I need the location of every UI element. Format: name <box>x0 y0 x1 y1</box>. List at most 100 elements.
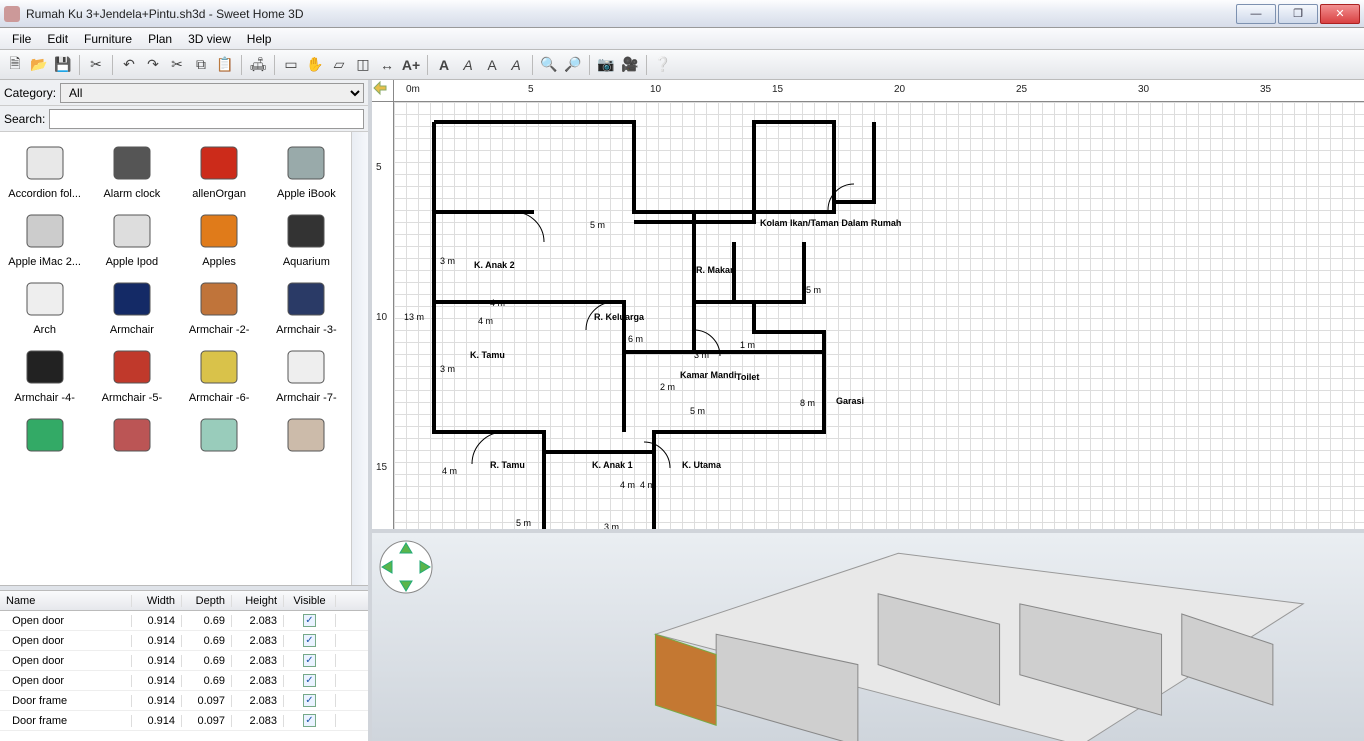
cell-visible[interactable]: ✓ <box>284 634 336 647</box>
cell-visible[interactable]: ✓ <box>284 654 336 667</box>
catalog-item[interactable] <box>177 410 262 474</box>
catalog-item[interactable]: Armchair -7- <box>264 342 349 406</box>
ruler-h-tick: 10 <box>650 84 661 95</box>
text-icon[interactable]: A+ <box>400 54 422 76</box>
catalog-item[interactable]: Apple Ipod <box>89 206 174 270</box>
table-row[interactable]: Open door 0.914 0.69 2.083 ✓ <box>0 631 368 651</box>
cut-icon[interactable]: ✂ <box>85 54 107 76</box>
copy-icon[interactable]: ⧉ <box>190 54 212 76</box>
pan-icon[interactable]: ✋ <box>304 54 326 76</box>
catalog-item[interactable]: Armchair -5- <box>89 342 174 406</box>
catalog-item[interactable]: Armchair <box>89 274 174 338</box>
catalog-item[interactable]: Apples <box>177 206 262 270</box>
cell-visible[interactable]: ✓ <box>284 694 336 707</box>
cell-width: 0.914 <box>132 715 182 727</box>
catalog-thumb-icon <box>15 410 75 460</box>
floor-plan[interactable] <box>394 102 1354 602</box>
save-icon[interactable]: 💾 <box>52 54 74 76</box>
select-icon[interactable]: ▭ <box>280 54 302 76</box>
cut2-icon[interactable]: ✂ <box>166 54 188 76</box>
checkbox-icon[interactable]: ✓ <box>303 674 316 687</box>
undo-icon[interactable]: ↶ <box>118 54 140 76</box>
workspace: Category: All Search: Accordion fol... A… <box>0 80 1364 741</box>
catalog-item[interactable]: Armchair -3- <box>264 274 349 338</box>
ruler-h-tick: 20 <box>894 84 905 95</box>
room-icon[interactable]: ◫ <box>352 54 374 76</box>
catalog-item[interactable]: Accordion fol... <box>2 138 87 202</box>
textitalic-icon[interactable]: A <box>457 54 479 76</box>
col-depth[interactable]: Depth <box>182 595 232 607</box>
menu-plan[interactable]: Plan <box>140 30 180 48</box>
textA2-icon[interactable]: A <box>505 54 527 76</box>
catalog-item[interactable]: Apple iBook <box>264 138 349 202</box>
table-row[interactable]: Door frame 0.914 0.097 2.083 ✓ <box>0 711 368 731</box>
table-row[interactable]: Open door 0.914 0.69 2.083 ✓ <box>0 611 368 631</box>
table-row[interactable]: Open door 0.914 0.69 2.083 ✓ <box>0 651 368 671</box>
textbig-icon[interactable]: A <box>433 54 455 76</box>
catalog-item[interactable]: Armchair -6- <box>177 342 262 406</box>
room-label: K. Utama <box>682 460 721 470</box>
add-furniture-icon[interactable]: 🛋 <box>247 54 269 76</box>
dimension-icon[interactable]: ↔ <box>376 54 398 76</box>
redo-icon[interactable]: ↷ <box>142 54 164 76</box>
zoom-out-icon[interactable]: 🔎 <box>562 54 584 76</box>
checkbox-icon[interactable]: ✓ <box>303 654 316 667</box>
search-input[interactable] <box>49 109 364 129</box>
table-header[interactable]: Name Width Depth Height Visible <box>0 591 368 611</box>
help-icon[interactable]: ❔ <box>652 54 674 76</box>
cell-visible[interactable]: ✓ <box>284 674 336 687</box>
plan-pane[interactable]: 0m5101520253035 51015 <box>372 80 1364 529</box>
cell-depth: 0.69 <box>182 675 232 687</box>
close-button[interactable]: ✕ <box>1320 4 1360 24</box>
catalog-item[interactable] <box>264 410 349 474</box>
ruler-h-tick: 25 <box>1016 84 1027 95</box>
cell-height: 2.083 <box>232 635 284 647</box>
checkbox-icon[interactable]: ✓ <box>303 634 316 647</box>
open-icon[interactable]: 📂 <box>28 54 50 76</box>
cell-visible[interactable]: ✓ <box>284 614 336 627</box>
menu-file[interactable]: File <box>4 30 39 48</box>
paste-icon[interactable]: 📋 <box>214 54 236 76</box>
cell-visible[interactable]: ✓ <box>284 714 336 727</box>
furniture-catalog[interactable]: Accordion fol... Alarm clock allenOrgan … <box>0 132 351 585</box>
menu-edit[interactable]: Edit <box>39 30 76 48</box>
checkbox-icon[interactable]: ✓ <box>303 694 316 707</box>
catalog-item[interactable]: Apple iMac 2... <box>2 206 87 270</box>
col-visible[interactable]: Visible <box>284 595 336 607</box>
col-width[interactable]: Width <box>132 595 182 607</box>
catalog-item[interactable] <box>89 410 174 474</box>
catalog-item[interactable]: Aquarium <box>264 206 349 270</box>
catalog-item[interactable]: Armchair -4- <box>2 342 87 406</box>
menu-3dview[interactable]: 3D view <box>180 30 239 48</box>
table-row[interactable]: Door frame 0.914 0.097 2.083 ✓ <box>0 691 368 711</box>
new-icon[interactable]: 🗎 <box>4 54 26 76</box>
maximize-button[interactable]: ❐ <box>1278 4 1318 24</box>
col-name[interactable]: Name <box>0 595 132 607</box>
catalog-label: Armchair -6- <box>179 392 259 406</box>
checkbox-icon[interactable]: ✓ <box>303 614 316 627</box>
table-row[interactable]: Open door 0.914 0.69 2.083 ✓ <box>0 671 368 691</box>
view3d-pane[interactable] <box>372 529 1364 741</box>
textA-icon[interactable]: A <box>481 54 503 76</box>
catalog-item[interactable] <box>2 410 87 474</box>
nav-control[interactable] <box>378 539 434 595</box>
photo-icon[interactable]: 📷 <box>595 54 617 76</box>
cell-name: Open door <box>0 615 132 627</box>
menu-furniture[interactable]: Furniture <box>76 30 140 48</box>
minimize-button[interactable]: — <box>1236 4 1276 24</box>
catalog-item[interactable]: Arch <box>2 274 87 338</box>
video-icon[interactable]: 🎥 <box>619 54 641 76</box>
checkbox-icon[interactable]: ✓ <box>303 714 316 727</box>
catalog-thumb-icon <box>189 342 249 392</box>
menu-help[interactable]: Help <box>239 30 280 48</box>
catalog-item[interactable]: Armchair -2- <box>177 274 262 338</box>
catalog-scrollbar[interactable] <box>351 132 368 585</box>
zoom-in-icon[interactable]: 🔍 <box>538 54 560 76</box>
cell-width: 0.914 <box>132 615 182 627</box>
wall-icon[interactable]: ▱ <box>328 54 350 76</box>
category-select[interactable]: All <box>60 83 364 103</box>
catalog-item[interactable]: allenOrgan <box>177 138 262 202</box>
catalog-item[interactable]: Alarm clock <box>89 138 174 202</box>
dimension-label: 5 m <box>690 406 705 416</box>
col-height[interactable]: Height <box>232 595 284 607</box>
